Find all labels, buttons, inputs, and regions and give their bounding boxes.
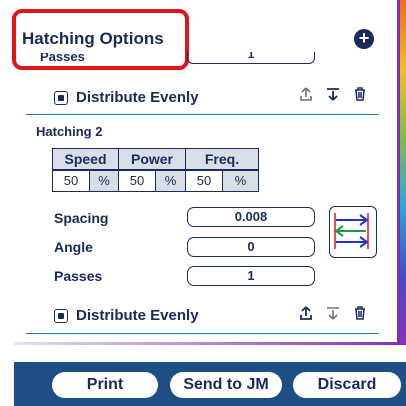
hatching2-title: Hatching 2	[36, 124, 103, 139]
speed-input[interactable]: 50	[52, 170, 90, 192]
freq-unit: %	[222, 170, 259, 192]
move-down-icon[interactable]	[323, 86, 343, 106]
send-to-jm-button[interactable]: Send to JM	[170, 372, 282, 398]
bidirectional-arrows-icon	[334, 213, 369, 249]
move-up-icon[interactable]	[296, 305, 316, 325]
trash-icon[interactable]	[350, 86, 370, 106]
move-down-icon[interactable]	[323, 305, 343, 325]
spacing-label: Spacing	[54, 210, 109, 226]
angle-field[interactable]: 0	[187, 237, 315, 257]
hatching2-distribute-checkbox[interactable]	[54, 309, 68, 323]
passes-field[interactable]: 1	[187, 266, 315, 286]
passes-label: Passes	[54, 268, 103, 284]
panel-bottom-border	[14, 342, 398, 345]
trash-icon[interactable]	[350, 305, 370, 325]
hatching1-passes-field[interactable]: 1	[187, 52, 315, 64]
hatching1-passes-label: Passes	[40, 53, 85, 63]
power-input[interactable]: 50	[118, 170, 156, 192]
power-unit: %	[155, 170, 186, 192]
freq-input[interactable]: 50	[185, 170, 223, 192]
speed-header: Speed	[52, 148, 119, 170]
discard-button[interactable]: Discard	[293, 372, 401, 398]
hatch-direction-button[interactable]	[329, 206, 377, 258]
hatching1-distribute-checkbox[interactable]	[54, 91, 68, 105]
angle-label: Angle	[54, 239, 93, 255]
title-highlight-annotation	[12, 9, 189, 70]
hatching1-distribute-label: Distribute Evenly	[76, 89, 199, 106]
freq-header: Freq.	[185, 148, 259, 170]
print-button[interactable]: Print	[52, 372, 158, 398]
section-divider	[26, 333, 379, 334]
speed-power-freq-table: Speed Power Freq. 50 % 50 % 50 %	[52, 148, 264, 196]
spacing-field[interactable]: 0.008	[187, 207, 315, 227]
plus-circle-icon[interactable]: +	[354, 29, 374, 49]
hatching2-distribute-label: Distribute Evenly	[76, 307, 199, 324]
speed-unit: %	[89, 170, 119, 192]
power-header: Power	[118, 148, 186, 170]
move-up-icon[interactable]	[296, 86, 316, 106]
section-divider	[26, 114, 379, 115]
color-stripe	[400, 0, 406, 345]
